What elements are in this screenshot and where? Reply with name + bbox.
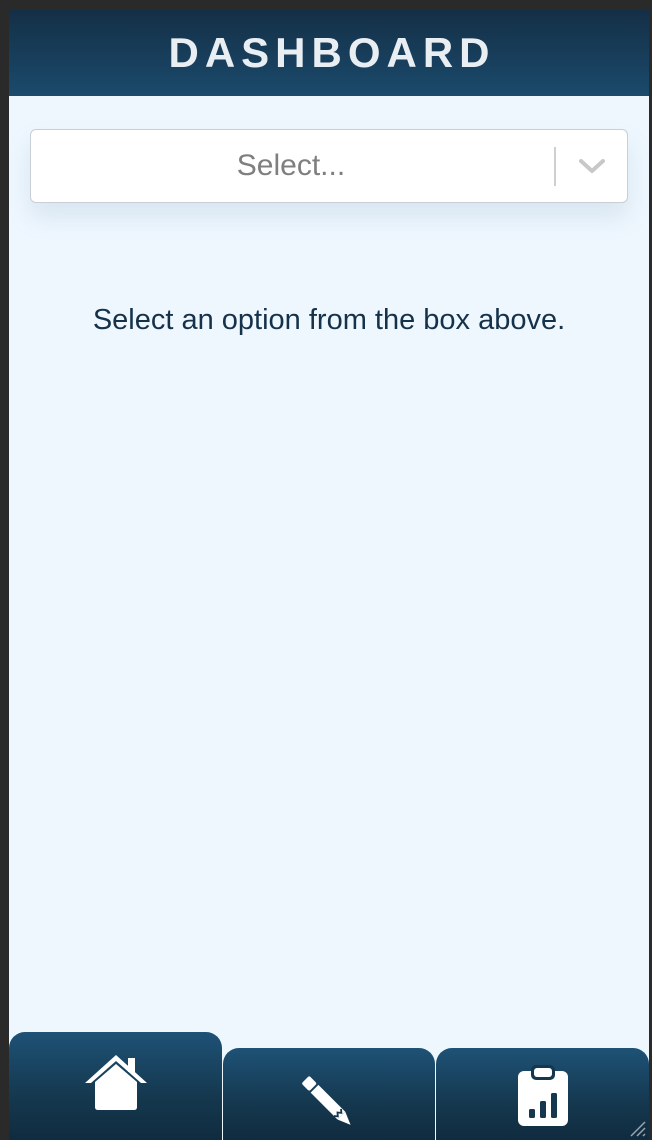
tab-home[interactable] <box>9 1032 222 1140</box>
tab-report[interactable] <box>436 1048 649 1140</box>
header-bar: DASHBOARD <box>9 9 649 96</box>
window-frame: DASHBOARD Select... Select an option fro… <box>0 0 652 1140</box>
select-placeholder: Select... <box>236 149 346 182</box>
clipboard-chart-icon <box>515 1064 571 1140</box>
chevron-down-icon[interactable] <box>571 150 613 182</box>
select-separator <box>554 147 556 186</box>
empty-state-message: Select an option from the box above. <box>92 304 566 336</box>
app-container: DASHBOARD Select... Select an option fro… <box>9 9 649 1140</box>
resize-grip-icon[interactable] <box>625 1116 647 1138</box>
pencil-icon <box>296 1072 362 1140</box>
option-select[interactable]: Select... <box>30 129 628 203</box>
home-icon <box>83 1052 149 1140</box>
tab-edit[interactable] <box>223 1048 435 1140</box>
page-title: DASHBOARD <box>168 28 496 76</box>
